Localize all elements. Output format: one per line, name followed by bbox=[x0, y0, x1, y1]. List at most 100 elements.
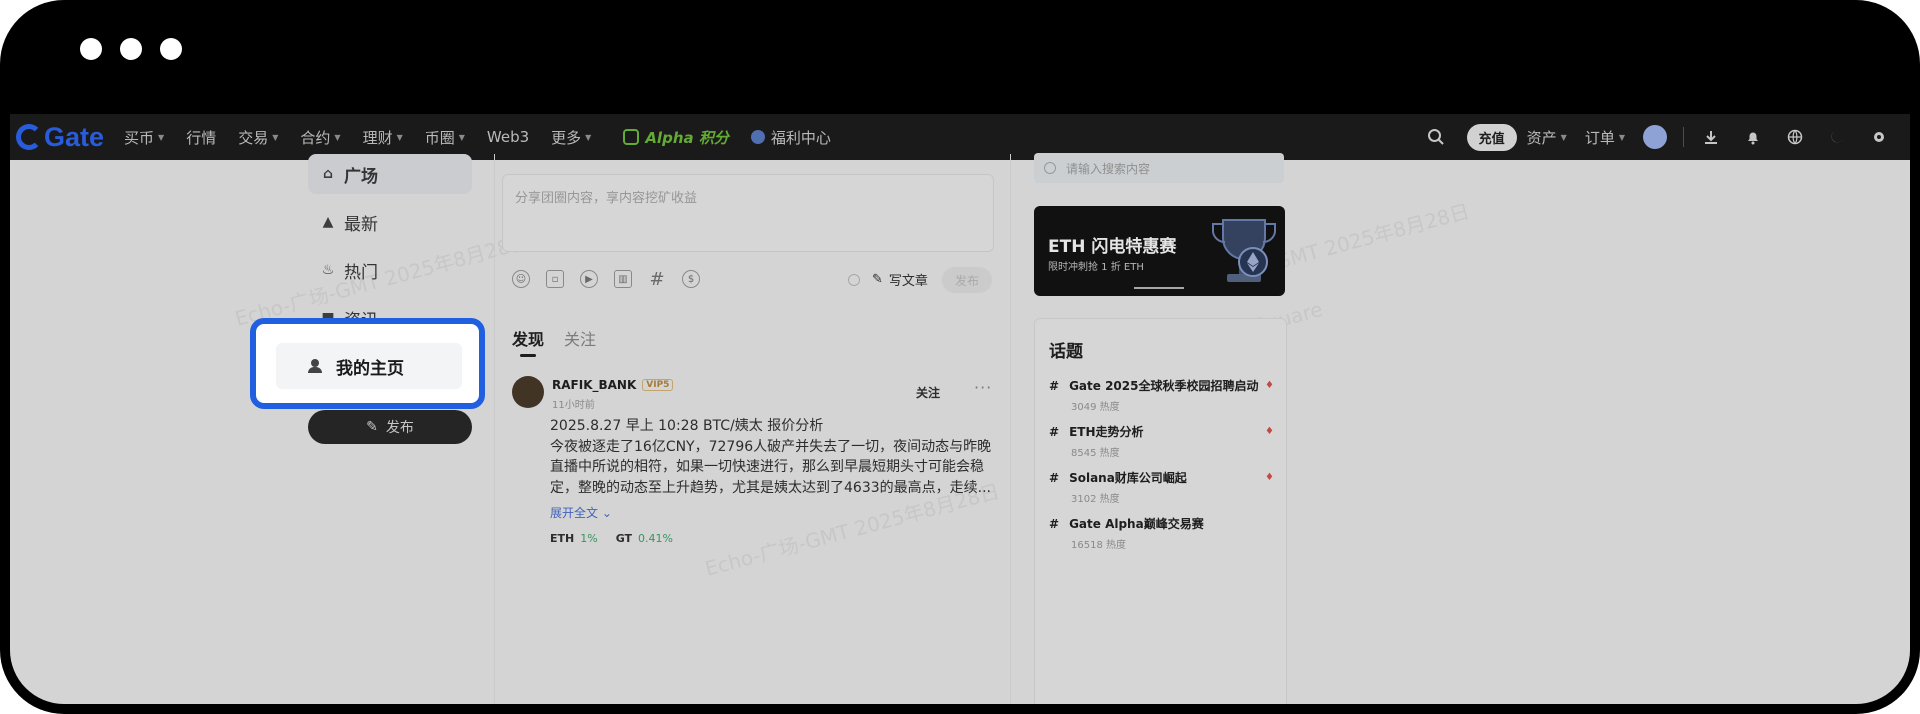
chevron-down-icon: ⌄ bbox=[598, 506, 612, 520]
gear-icon[interactable] bbox=[1868, 126, 1890, 148]
avatar[interactable] bbox=[512, 376, 544, 408]
pen-icon: ✎ bbox=[366, 419, 378, 435]
expand-full-text-link[interactable]: 展开全文 ⌄ bbox=[550, 504, 612, 521]
trophy-icon bbox=[1212, 219, 1276, 282]
pencil-icon: ✎ bbox=[872, 272, 883, 287]
chevron-down-icon: ▼ bbox=[158, 132, 165, 142]
recharge-button[interactable]: 充值 bbox=[1466, 123, 1517, 151]
sidebar-item-square[interactable]: ⌂ 广场 bbox=[308, 154, 472, 194]
tab-follow[interactable]: 关注 bbox=[564, 326, 596, 350]
flame-icon: ♦ bbox=[1265, 426, 1274, 437]
topics-title: 话题 bbox=[1049, 342, 1083, 362]
banner-title: ETH 闪电特惠赛 bbox=[1048, 237, 1177, 257]
video-icon[interactable]: ▶ bbox=[580, 270, 598, 288]
chevron-down-icon: ▼ bbox=[396, 132, 403, 142]
post-time: 11小时前 bbox=[552, 400, 595, 411]
device-frame: Gate 买币 ▼ 行情 交易 ▼ 合约 ▼ 理财 ▼ 币圈 ▼ Web3 更多 ▼ Alp… bbox=[0, 0, 1920, 714]
home-icon: ⌂ bbox=[322, 166, 334, 182]
list-item[interactable]: # Solana财库公司崛起 ♦ 3102 热度 bbox=[1049, 469, 1274, 506]
post-composer[interactable]: 分享团圈内容，享内容挖矿收益 bbox=[502, 174, 994, 252]
promo-banner[interactable]: ETH 闪电特惠赛 限时冲刺抢 1 折 ETH bbox=[1034, 206, 1285, 296]
sidebar-item-hot[interactable]: ♨ 热门 bbox=[308, 250, 472, 290]
composer-post-button[interactable]: 发布 bbox=[942, 267, 992, 293]
chart-icon[interactable]: ▥ bbox=[614, 270, 632, 288]
highlight-callout: 我的主页 bbox=[250, 318, 485, 409]
more-options-icon[interactable]: ··· bbox=[974, 378, 992, 397]
tab-discover[interactable]: 发现 bbox=[512, 326, 544, 357]
nav-item-trade[interactable]: 交易 ▼ bbox=[238, 127, 278, 148]
flame-icon: ♦ bbox=[1265, 472, 1274, 483]
nav-item-community[interactable]: 币圈 ▼ bbox=[425, 127, 465, 148]
nav-item-web3[interactable]: Web3 bbox=[487, 128, 529, 146]
sidebar-item-my-homepage[interactable]: 我的主页 bbox=[276, 343, 462, 389]
language-globe-icon[interactable] bbox=[1784, 126, 1806, 148]
window-dot bbox=[80, 38, 102, 60]
flame-icon: ♨ bbox=[321, 262, 335, 278]
post-headline: 2025.8.27 早上 10:28 BTC/姨太 报价分析 bbox=[550, 418, 824, 434]
sidebar-item-label: 热门 bbox=[344, 262, 378, 283]
browser-screen: Gate 买币 ▼ 行情 交易 ▼ 合约 ▼ 理财 ▼ 币圈 ▼ Web3 更多 ▼ Alp… bbox=[10, 114, 1910, 704]
person-icon bbox=[308, 359, 322, 373]
moon-icon[interactable] bbox=[1826, 126, 1848, 148]
search-icon[interactable] bbox=[1425, 126, 1447, 148]
nav-item-alpha-points[interactable]: Alpha 积分 bbox=[623, 127, 729, 148]
chevron-down-icon: ▼ bbox=[1618, 132, 1625, 142]
sidebar-item-label: 广场 bbox=[344, 166, 378, 187]
hashtag-icon: # bbox=[1049, 378, 1060, 393]
follow-button[interactable]: 关注 bbox=[916, 384, 940, 401]
image-icon[interactable]: ▫ bbox=[546, 270, 564, 288]
logo-text: Gate bbox=[44, 121, 105, 152]
list-item[interactable]: # ETH走势分析 ♦ 8545 热度 bbox=[1049, 423, 1274, 460]
search-input[interactable]: 请输入搜索内容 bbox=[1034, 153, 1284, 183]
gate-logo[interactable]: Gate bbox=[16, 122, 104, 153]
bell-icon[interactable] bbox=[1742, 126, 1764, 148]
post-username[interactable]: RAFIK_BANK VIP5 bbox=[552, 378, 674, 392]
globe-icon bbox=[750, 130, 765, 144]
publish-label: 发布 bbox=[385, 420, 414, 436]
token-tag[interactable]: GT 0.41% bbox=[616, 532, 673, 545]
nav-item-orders[interactable]: 订单 ▼ bbox=[1585, 127, 1625, 148]
window-dots bbox=[80, 38, 182, 60]
composer-toolbar: ☺ ▫ ▶ ▥ # $ bbox=[512, 269, 700, 290]
hashtag-icon: # bbox=[1049, 470, 1060, 485]
column-divider bbox=[494, 154, 495, 704]
hashtag-icon[interactable]: # bbox=[648, 269, 666, 290]
chevron-down-icon: ▼ bbox=[272, 132, 279, 142]
sidebar-item-label: 最新 bbox=[344, 214, 378, 235]
clock-icon[interactable] bbox=[848, 274, 860, 286]
user-avatar[interactable] bbox=[1643, 125, 1667, 149]
nav-item-assets[interactable]: 资产 ▼ bbox=[1527, 127, 1567, 148]
carousel-indicator[interactable] bbox=[1134, 287, 1184, 289]
alpha-icon bbox=[623, 129, 640, 145]
top-nav: Gate 买币 ▼ 行情 交易 ▼ 合约 ▼ 理财 ▼ 币圈 ▼ Web3 更多 ▼ Alp… bbox=[10, 114, 1910, 160]
list-item[interactable]: # Gate Alpha巅峰交易赛 16518 热度 bbox=[1049, 515, 1274, 552]
nav-item-earn[interactable]: 理财 ▼ bbox=[363, 127, 403, 148]
post-token-tags: ETH 1% GT 0.41% bbox=[550, 532, 673, 545]
hashtag-icon: # bbox=[1049, 424, 1060, 439]
post-content[interactable]: 2025.8.27 早上 10:28 BTC/姨太 报价分析 今夜被逐走了16亿… bbox=[550, 416, 995, 498]
write-article-button[interactable]: ✎ 写文章 bbox=[872, 270, 928, 289]
list-item[interactable]: # Gate 2025全球秋季校园招聘启动 ♦ 3049 热度 bbox=[1049, 377, 1274, 414]
search-icon bbox=[1044, 162, 1056, 174]
nav-item-markets[interactable]: 行情 bbox=[186, 127, 216, 148]
topics-panel: 话题 # Gate 2025全球秋季校园招聘启动 ♦ 3049 热度 # ETH走势分… bbox=[1034, 318, 1287, 704]
download-icon[interactable] bbox=[1700, 126, 1722, 148]
sidebar-publish-button[interactable]: ✎ 发布 bbox=[308, 410, 472, 444]
nav-item-more[interactable]: 更多 ▼ bbox=[551, 127, 591, 148]
flame-icon: ♦ bbox=[1265, 380, 1274, 391]
token-tag[interactable]: ETH 1% bbox=[550, 532, 598, 545]
banner-subtitle: 限时冲刺抢 1 折 ETH bbox=[1048, 262, 1144, 273]
emoji-icon[interactable]: ☺ bbox=[512, 270, 530, 288]
chevron-down-icon: ▼ bbox=[334, 132, 341, 142]
nav-right: 充值 资产 ▼ 订单 ▼ bbox=[1415, 114, 1900, 160]
chevron-down-icon: ▼ bbox=[585, 132, 592, 142]
sidebar-item-latest[interactable]: ▲ 最新 bbox=[308, 202, 472, 242]
nav-item-buy[interactable]: 买币 ▼ bbox=[124, 127, 164, 148]
hashtag-icon: # bbox=[1049, 516, 1060, 531]
chevron-down-icon: ▼ bbox=[1560, 132, 1567, 142]
post-text: 今夜被逐走了16亿CNY，72796人破产并失去了一切，夜间动态与昨晚直播中所说… bbox=[550, 438, 992, 496]
sidebar-item-label: 我的主页 bbox=[336, 358, 404, 379]
nav-item-welfare[interactable]: 福利中心 bbox=[750, 127, 831, 148]
nav-item-futures[interactable]: 合约 ▼ bbox=[300, 127, 340, 148]
coin-icon[interactable]: $ bbox=[682, 270, 700, 288]
